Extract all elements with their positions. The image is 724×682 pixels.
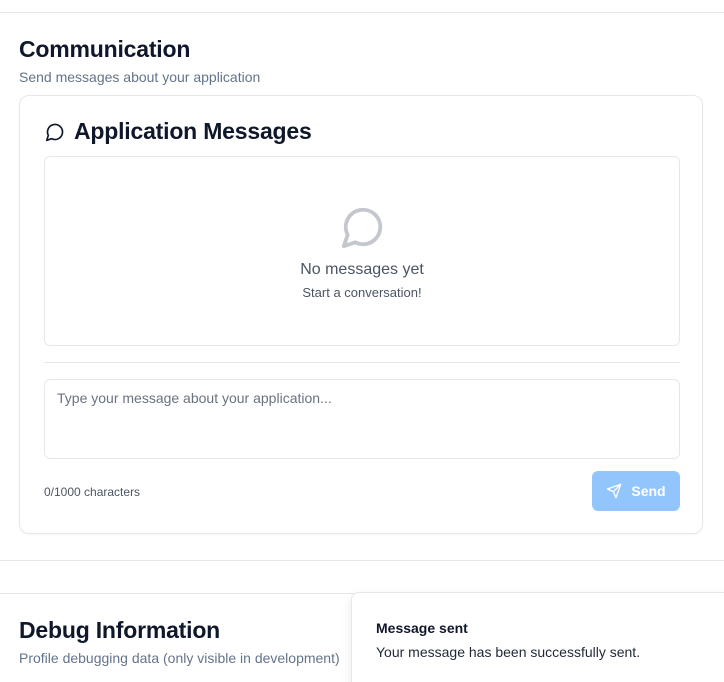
- toast-notification[interactable]: Message sent Your message has been succe…: [351, 592, 724, 682]
- card-title: Application Messages: [74, 118, 312, 144]
- page: Communication Send messages about your a…: [0, 0, 724, 682]
- message-circle-icon: [45, 123, 64, 141]
- toast-body: Your message has been successfully sent.: [376, 644, 641, 660]
- send-button-label: Send: [631, 483, 666, 499]
- character-count: 0/1000 characters: [44, 485, 141, 499]
- send-button[interactable]: Send: [592, 471, 680, 511]
- messages-card: Application Messages No messages yet Sta…: [19, 95, 703, 534]
- send-icon: [607, 483, 622, 499]
- toast-title: Message sent: [376, 620, 468, 636]
- communication-title: Communication: [19, 36, 191, 62]
- message-input[interactable]: [44, 379, 680, 459]
- communication-subtitle: Send messages about your application: [19, 69, 261, 85]
- section-divider: [0, 560, 724, 561]
- debug-title: Debug Information: [19, 617, 221, 643]
- messages-list: No messages yet Start a conversation!: [44, 156, 680, 346]
- debug-subtitle: Profile debugging data (only visible in …: [19, 650, 340, 666]
- message-circle-icon: [341, 207, 383, 249]
- empty-state-subtitle: Start a conversation!: [302, 285, 422, 300]
- top-divider: [0, 12, 724, 13]
- empty-state-title: No messages yet: [300, 261, 424, 278]
- card-header: Application Messages: [45, 118, 312, 145]
- card-divider: [44, 362, 680, 363]
